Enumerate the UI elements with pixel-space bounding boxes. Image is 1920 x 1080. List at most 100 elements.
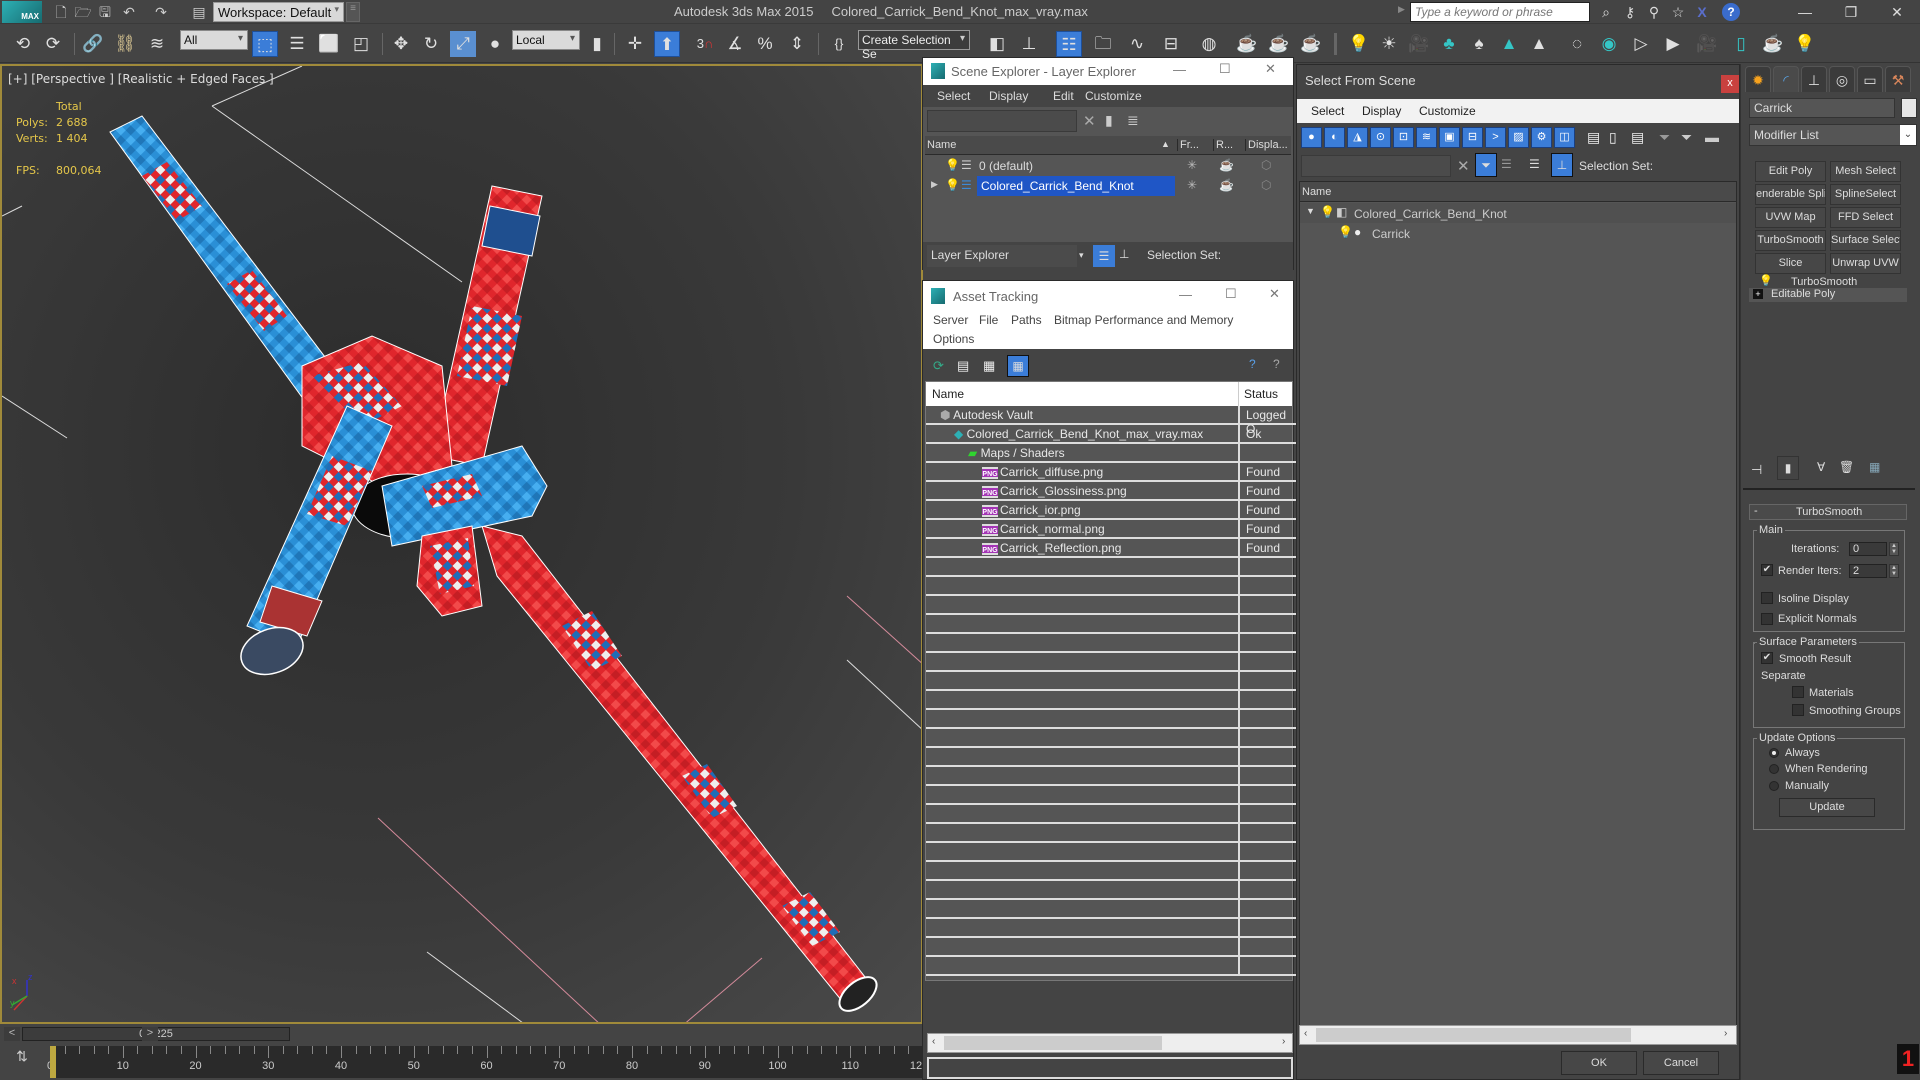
asset-row[interactable]: PNG Carrick_diffuse.png Found — [926, 463, 1296, 482]
tree-row[interactable]: ▼ 💡 ◧ Colored_Carrick_Bend_Knot — [1300, 203, 1736, 223]
lights-filter-icon[interactable]: ◮ — [1347, 127, 1368, 148]
menu-file[interactable]: File — [979, 313, 998, 327]
scene-explorer-search-input[interactable] — [927, 110, 1077, 132]
keyword-search-input[interactable]: Type a keyword or phrase — [1410, 2, 1590, 22]
motion-tab-icon[interactable]: ◎ — [1829, 66, 1855, 92]
perspective-viewport[interactable]: [+] [Perspective ] [Realistic + Edged Fa… — [0, 64, 923, 1024]
render-frame-icon[interactable]: ▶ — [1660, 31, 1686, 57]
vray-frame-buffer-icon[interactable]: 1 — [1897, 1044, 1919, 1074]
table-view-icon[interactable]: ▦ — [1007, 355, 1029, 377]
modifier-button[interactable]: Unwrap UVW — [1830, 253, 1901, 274]
remove-modifier-icon[interactable]: 🗑 — [1839, 460, 1854, 474]
display-tab-icon[interactable]: ▭ — [1857, 66, 1883, 92]
menu-display[interactable]: Display — [1362, 104, 1401, 118]
search-expand-icon[interactable]: ▶ — [1398, 4, 1405, 15]
time-slider-prev-button[interactable]: < — [4, 1027, 20, 1041]
unlink-icon[interactable]: ⛓ — [112, 31, 138, 57]
modifier-button[interactable]: SplineSelect — [1830, 184, 1901, 205]
rendered-frame-window-icon[interactable]: ☕ — [1266, 31, 1292, 57]
menu-select[interactable]: Select — [1311, 104, 1344, 118]
hierarchy-icon[interactable]: ⊥ — [1551, 153, 1573, 177]
lightbulb-icon[interactable]: 💡 — [1346, 31, 1372, 57]
material-editor-icon[interactable]: ◍ — [1196, 31, 1222, 57]
configure-modifier-sets-icon[interactable]: ▦ — [1869, 460, 1880, 474]
spinner-snap-icon[interactable]: ⇕ — [784, 31, 810, 57]
mini-curve-editor-icon[interactable]: ⇅ — [10, 1048, 34, 1074]
percent-snap-icon[interactable]: % — [752, 31, 778, 57]
maximize-button[interactable]: ☐ — [1225, 286, 1237, 302]
layers-gray-icon[interactable]: ☰ — [1501, 157, 1512, 171]
stack-item-editable-poly[interactable]: + Editable Poly — [1749, 288, 1907, 302]
tree-row[interactable]: 💡 ● Carrick — [1300, 223, 1736, 243]
selection-filter-dropdown[interactable]: All ▾ — [180, 30, 248, 50]
modifier-button[interactable]: Edit Poly — [1755, 161, 1826, 182]
freeze-snowflake-icon[interactable]: ✳ — [1187, 178, 1197, 192]
layer-mode-icon[interactable]: ☰ — [1093, 245, 1115, 267]
update-always-radio[interactable] — [1769, 748, 1779, 758]
xrefs-filter-icon[interactable]: ⊟ — [1462, 127, 1483, 148]
column-status[interactable]: Status — [1244, 387, 1278, 401]
named-selection-dropdown[interactable]: Create Selection Se ▾ — [858, 30, 970, 61]
modifier-button[interactable]: UVW Map — [1755, 207, 1826, 228]
modifier-button[interactable]: Slice — [1755, 253, 1826, 274]
menu-display[interactable]: Display — [989, 89, 1028, 103]
groups-filter-icon[interactable]: ▣ — [1439, 127, 1460, 148]
schematic-view-icon[interactable]: ⊟ — [1158, 31, 1184, 57]
close-button[interactable]: ✕ — [1269, 286, 1280, 302]
keyboard-shortcut-override-icon[interactable]: ⬆ — [654, 31, 680, 57]
align-icon[interactable]: ⊥ — [1016, 31, 1042, 57]
curve-editor-icon[interactable]: ∿ — [1124, 31, 1150, 57]
menu-options[interactable]: Options — [933, 332, 974, 346]
minimize-button[interactable]: — — [1179, 287, 1192, 302]
menu-select[interactable]: Select — [937, 89, 970, 103]
minimize-button[interactable]: — — [1173, 62, 1186, 77]
make-unique-icon[interactable]: ∀ — [1817, 460, 1825, 474]
material-preview-icon[interactable]: ◉ — [1596, 31, 1622, 57]
minimize-button[interactable]: — — [1782, 0, 1828, 24]
lightbulb-icon[interactable]: 💡 — [945, 158, 960, 172]
menu-edit[interactable]: Edit — [1053, 89, 1074, 103]
create-tab-icon[interactable]: ✹ — [1745, 66, 1771, 92]
toggle-layer-explorer-icon[interactable]: 🗀 — [1090, 31, 1116, 57]
panel-icon[interactable]: ▯ — [1728, 31, 1754, 57]
advanced-filter-icon[interactable]: ⏷ — [1681, 129, 1692, 146]
mirror-icon[interactable]: ◧ — [984, 31, 1010, 57]
render-iters-spinner-arrows[interactable]: ▲ ▼ — [1889, 564, 1899, 578]
hierarchy-mode-icon[interactable]: ⊥ — [1119, 247, 1129, 261]
key-icon[interactable]: ⚷ — [1620, 3, 1640, 21]
lightbulb-icon[interactable]: 💡 — [1338, 225, 1353, 239]
explorer-type-dropdown[interactable]: Layer Explorer — [927, 245, 1077, 267]
workspace-dropdown[interactable]: Workspace: Default ▾ — [213, 2, 344, 22]
scroll-right-icon[interactable]: › — [1282, 1036, 1285, 1047]
clear-search-icon[interactable]: ✕ — [1457, 157, 1470, 175]
redo-quick-icon[interactable]: ↷ — [152, 3, 170, 21]
modifier-button[interactable]: TurboSmooth — [1755, 230, 1826, 251]
modifier-button[interactable]: Surface Select — [1830, 230, 1901, 251]
rectangular-selection-icon[interactable]: ⬜ — [316, 31, 342, 57]
horizontal-scrollbar[interactable]: ‹ › — [927, 1033, 1293, 1053]
redo-icon[interactable]: ⟳ — [40, 31, 66, 57]
lightbulb-icon[interactable]: 💡 — [1320, 205, 1335, 219]
snaps-toggle-icon[interactable]: 3∩ — [692, 31, 718, 57]
show-end-result-icon[interactable]: ▮ — [1777, 456, 1799, 480]
collapse-arrow-icon[interactable]: ▼ — [1306, 206, 1315, 216]
menu-customize[interactable]: Customize — [1419, 104, 1476, 118]
clear-search-icon[interactable]: ✕ — [1083, 112, 1096, 130]
close-button[interactable]: ✕ — [1874, 0, 1920, 24]
column-name[interactable]: Name — [1302, 186, 1331, 198]
freeze-snowflake-icon[interactable]: ✳ — [1187, 158, 1197, 172]
containers-filter-icon[interactable]: ▨ — [1508, 127, 1529, 148]
update-manually-radio[interactable] — [1769, 781, 1779, 791]
pin-stack-icon[interactable]: ⊣ — [1751, 462, 1762, 478]
link-icon[interactable]: 🔗 — [80, 31, 106, 57]
select-place-icon[interactable]: ● — [482, 31, 508, 57]
exchange-x-icon[interactable]: X — [1692, 3, 1712, 21]
tree-list-icon[interactable]: ♠ — [1466, 31, 1492, 57]
context-help-icon[interactable]: ? — [1273, 357, 1280, 371]
asset-row[interactable]: ◆ Colored_Carrick_Bend_Knot_max_vray.max… — [926, 425, 1296, 444]
cameras-filter-icon[interactable]: ⊙ — [1370, 127, 1391, 148]
helpers-filter-icon[interactable]: ⊡ — [1393, 127, 1414, 148]
list-view-icon[interactable]: ▤ — [957, 358, 969, 374]
modifier-button[interactable]: FFD Select — [1830, 207, 1901, 228]
object-name-input[interactable]: Carrick — [1749, 98, 1895, 118]
